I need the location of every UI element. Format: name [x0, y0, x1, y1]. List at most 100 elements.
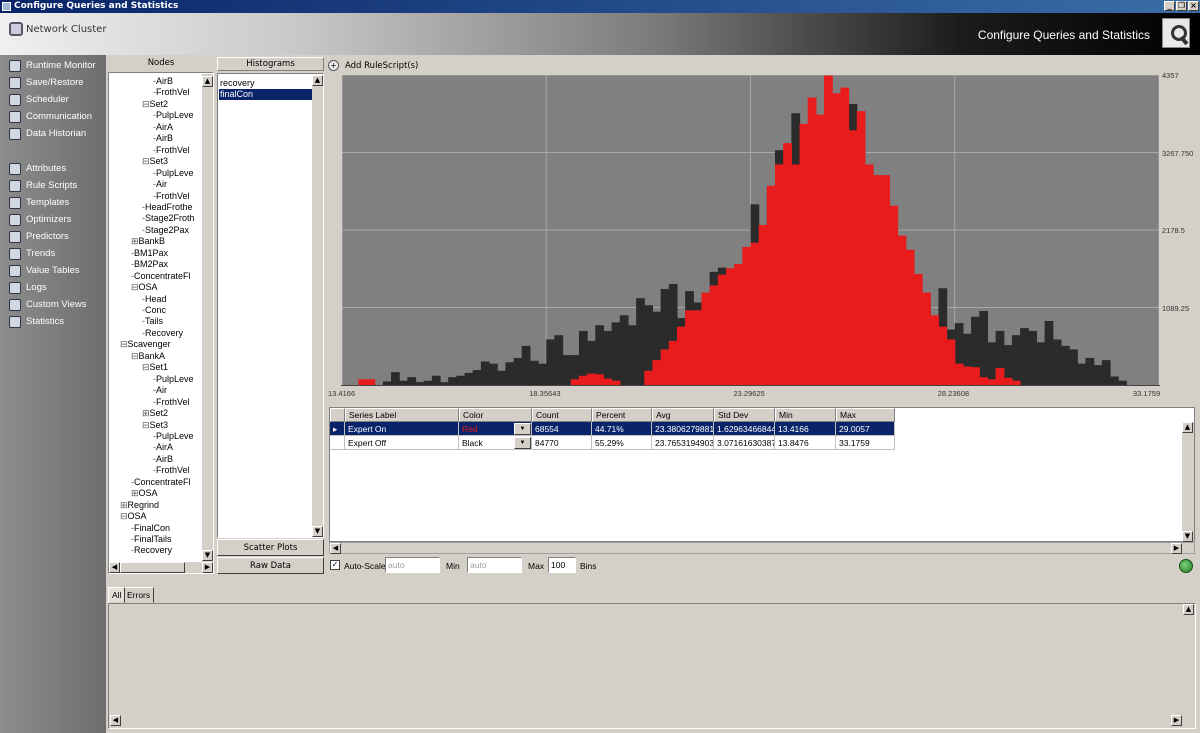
scroll-left-icon[interactable]: ◀ [330, 543, 341, 554]
histograms-panel-title[interactable]: Histograms [217, 57, 324, 71]
scatter-plots-button[interactable]: Scatter Plots [217, 539, 324, 556]
scroll-left-icon[interactable]: ◀ [109, 562, 120, 573]
refresh-icon[interactable] [1179, 559, 1193, 573]
tree-node[interactable]: -BM2Pax [131, 259, 168, 270]
histogram-list-item[interactable]: finalCon [219, 89, 313, 100]
scroll-left-icon[interactable]: ◀ [110, 715, 121, 726]
column-header-min[interactable]: Min [775, 408, 836, 422]
network-cluster-label[interactable]: Network Cluster [26, 24, 106, 35]
sidebar-item-statistics[interactable]: Statistics [9, 314, 64, 330]
scroll-up-icon[interactable]: ▲ [1183, 604, 1194, 615]
tree-node[interactable]: -FrothVel [153, 465, 190, 476]
tree-node[interactable]: -FinalTails [131, 534, 172, 545]
tree-node[interactable]: -FrothVel [153, 397, 190, 408]
scroll-right-icon[interactable]: ▶ [202, 562, 213, 573]
log-vscrollbar[interactable]: ▲ [1183, 604, 1195, 728]
tree-node[interactable]: ⊟OSA [131, 282, 158, 293]
tree-expander-icon[interactable]: ⊟ [142, 156, 150, 166]
tree-node[interactable]: ⊟Set3 [142, 420, 168, 431]
sidebar-item-data-historian[interactable]: Data Historian [9, 126, 86, 142]
tree-node[interactable]: -HeadFrothe [142, 202, 193, 213]
add-rulescript-button[interactable]: Add RuleScript(s) [345, 61, 418, 71]
tree-node[interactable]: -AirB [153, 76, 173, 87]
tree-expander-icon[interactable]: ⊞ [131, 236, 139, 246]
tree-node[interactable]: -Head [142, 294, 167, 305]
column-header-series-label[interactable]: Series Label [345, 408, 459, 422]
tree-node[interactable]: -BM1Pax [131, 248, 168, 259]
scroll-up-icon[interactable]: ▲ [202, 76, 213, 87]
scroll-down-icon[interactable]: ▼ [312, 526, 323, 537]
tree-node[interactable]: -AirB [153, 133, 173, 144]
tree-node[interactable]: ⊞Set2 [142, 408, 168, 419]
tree-node[interactable]: -FrothVel [153, 87, 190, 98]
tree-node[interactable]: -FrothVel [153, 191, 190, 202]
tree-node[interactable]: -Recovery [131, 545, 172, 556]
tree-node[interactable]: ⊟Set2 [142, 99, 168, 110]
tree-expander-icon[interactable]: ⊟ [142, 362, 150, 372]
tab-all[interactable]: All [108, 587, 126, 603]
tree-node[interactable]: -AirA [153, 122, 173, 133]
sidebar-item-templates[interactable]: Templates [9, 195, 69, 211]
tree-expander-icon[interactable]: ⊟ [142, 99, 150, 109]
table-row[interactable]: ▸ Expert On Red ▼ 68554 44.71% 23.38062798815 1… [330, 422, 1182, 436]
sidebar-item-save-restore[interactable]: Save/Restore [9, 75, 84, 91]
scroll-right-icon[interactable]: ▶ [1171, 715, 1182, 726]
chevron-down-icon[interactable]: ▼ [514, 423, 531, 435]
row-header[interactable] [330, 436, 345, 450]
table-row[interactable]: Expert Off Black ▼ 84770 55.29% 23.7653194903… [330, 436, 1182, 450]
tree-node[interactable]: -Conc [142, 305, 166, 316]
chevron-down-icon[interactable]: ▼ [514, 437, 531, 449]
tree-node[interactable]: ⊟BankA [131, 351, 165, 362]
tree-node[interactable]: -AirA [153, 442, 173, 453]
column-header-percent[interactable]: Percent [592, 408, 652, 422]
cell-color[interactable]: Red ▼ [459, 422, 532, 436]
auto-scale-checkbox[interactable]: ✓ [330, 560, 340, 570]
scroll-down-icon[interactable]: ▼ [1182, 531, 1193, 542]
nodes-hscrollbar[interactable]: ◀ ▶ [109, 562, 213, 573]
tree-node[interactable]: -FinalCon [131, 523, 170, 534]
nodes-hscroll-thumb[interactable] [120, 562, 185, 573]
tree-node[interactable]: -Tails [142, 316, 163, 327]
tree-node[interactable]: -PulpLeve [153, 374, 194, 385]
column-header-avg[interactable]: Avg [652, 408, 714, 422]
tree-node[interactable]: -FrothVel [153, 145, 190, 156]
tree-node[interactable]: -Recovery [142, 328, 183, 339]
tree-expander-icon[interactable]: ⊟ [131, 282, 139, 292]
min-input[interactable]: auto [467, 557, 522, 573]
sidebar-item-logs[interactable]: Logs [9, 280, 47, 296]
tree-expander-icon[interactable]: ⊟ [142, 420, 150, 430]
tree-node[interactable]: ⊞Regrind [120, 500, 159, 511]
network-cluster-icon[interactable] [9, 22, 23, 36]
add-rulescript-icon[interactable]: + [328, 60, 339, 71]
tree-expander-icon[interactable]: ⊟ [120, 511, 128, 521]
tree-node[interactable]: ⊟Scavenger [120, 339, 171, 350]
sidebar-item-attributes[interactable]: Attributes [9, 161, 66, 177]
column-header-max[interactable]: Max [836, 408, 895, 422]
scroll-right-icon[interactable]: ▶ [1171, 543, 1182, 554]
close-button[interactable]: × [1188, 1, 1199, 11]
tree-node[interactable]: -Air [153, 179, 167, 190]
tree-node[interactable]: -PulpLeve [153, 110, 194, 121]
tree-node[interactable]: -ConcentrateFl [131, 271, 191, 282]
tree-node[interactable]: -PulpLeve [153, 168, 194, 179]
tree-node[interactable]: -PulpLeve [153, 431, 194, 442]
nodes-vscrollbar[interactable]: ▲ ▼ [202, 74, 213, 562]
column-header-std-dev[interactable]: Std Dev [714, 408, 775, 422]
tree-node[interactable]: ⊟Set3 [142, 156, 168, 167]
tree-expander-icon[interactable]: ⊟ [120, 339, 128, 349]
histograms-vscrollbar[interactable]: ▲ ▼ [312, 75, 323, 537]
tree-node[interactable]: ⊞OSA [131, 488, 158, 499]
tree-node[interactable]: -Stage2Froth [142, 213, 195, 224]
tree-node[interactable]: -Stage2Pax [142, 225, 189, 236]
column-header-color[interactable]: Color [459, 408, 532, 422]
raw-data-button[interactable]: Raw Data [217, 557, 324, 574]
sidebar-item-optimizers[interactable]: Optimizers [9, 212, 71, 228]
tab-errors[interactable]: Errors [123, 587, 155, 603]
tree-node[interactable]: -Air [153, 385, 167, 396]
column-header-count[interactable]: Count [532, 408, 592, 422]
tree-expander-icon[interactable]: ⊞ [131, 488, 139, 498]
table-vscrollbar[interactable]: ▲ ▼ [1182, 422, 1194, 542]
sidebar-item-value-tables[interactable]: Value Tables [9, 263, 80, 279]
tree-node[interactable]: ⊞BankB [131, 236, 165, 247]
sidebar-item-runtime-monitor[interactable]: Runtime Monitor [9, 58, 96, 74]
